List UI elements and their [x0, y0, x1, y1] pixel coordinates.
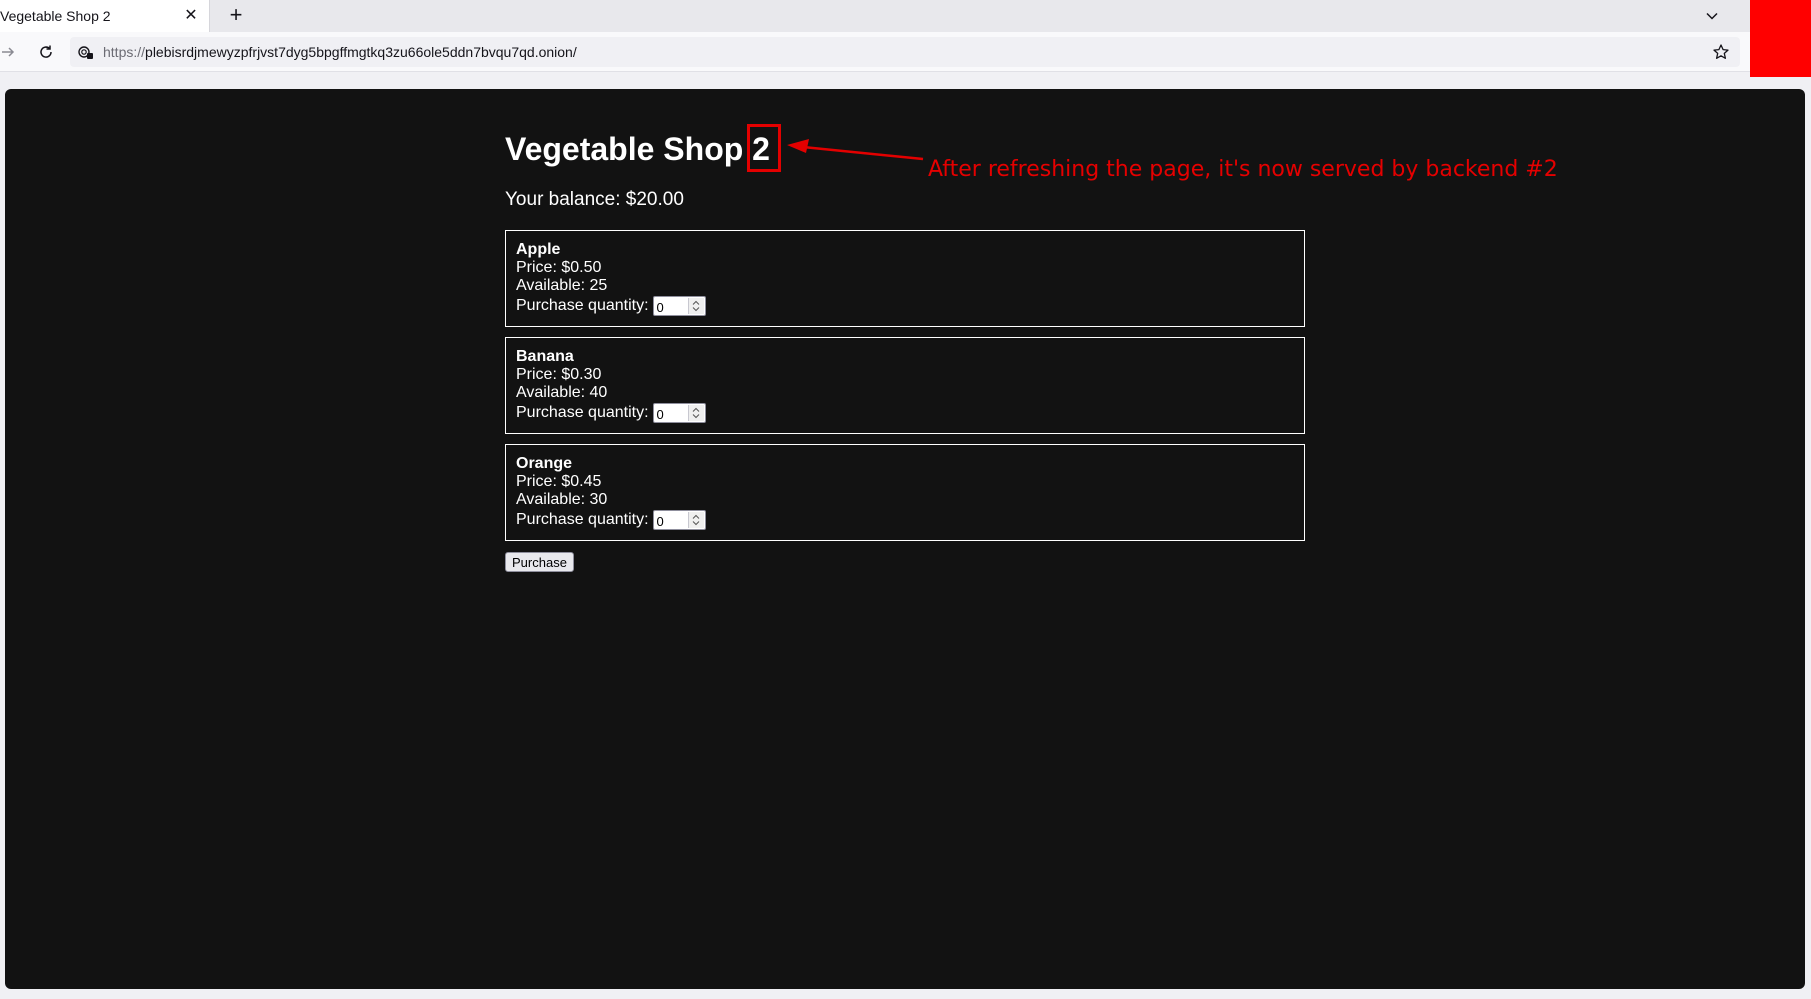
tab-vegetable-shop[interactable]: Vegetable Shop 2 ✕: [0, 0, 210, 32]
annotation-text: After refreshing the page, it's now serv…: [928, 157, 1558, 182]
tab-title: Vegetable Shop 2: [0, 8, 111, 24]
quantity-label: Purchase quantity:: [516, 297, 649, 314]
reload-icon[interactable]: [34, 40, 58, 64]
balance-text: Your balance: $20.00: [505, 189, 684, 210]
product-card-banana: Banana Price: $0.30 Available: 40 Purcha…: [505, 337, 1305, 434]
annotation-arrow-icon: [787, 139, 924, 161]
product-available: Available: 25: [516, 277, 608, 294]
spin-arrows-icon[interactable]: [687, 298, 704, 314]
page-viewport: Vegetable Shop 2 After refreshing the pa…: [5, 89, 1805, 989]
quantity-stepper-apple[interactable]: 0: [652, 296, 706, 316]
new-tab-button[interactable]: +: [224, 4, 248, 28]
product-price: Price: $0.45: [516, 473, 602, 490]
close-tab-icon[interactable]: ✕: [183, 8, 199, 24]
quantity-value: 0: [656, 514, 664, 529]
url-host: plebisrdjmewyzpfrjvst7dyg5bpgffmgtkq3zu6…: [145, 44, 577, 60]
product-available: Available: 30: [516, 491, 608, 508]
chevron-down-icon[interactable]: [1700, 4, 1724, 28]
quantity-stepper-banana[interactable]: 0: [652, 403, 706, 423]
product-card-orange: Orange Price: $0.45 Available: 30 Purcha…: [505, 444, 1305, 541]
highlight-box: [747, 124, 781, 172]
tab-strip: Vegetable Shop 2 ✕ +: [0, 0, 1811, 32]
quantity-row: Purchase quantity: 0: [516, 510, 1294, 530]
quantity-row: Purchase quantity: 0: [516, 403, 1294, 423]
onion-lock-icon[interactable]: [78, 44, 94, 60]
forward-arrow-icon[interactable]: [0, 40, 20, 64]
product-name: Orange: [516, 455, 573, 472]
product-available: Available: 40: [516, 384, 608, 401]
product-list: Apple Price: $0.50 Available: 25 Purchas…: [505, 230, 1305, 551]
product-price: Price: $0.30: [516, 366, 602, 383]
address-bar[interactable]: https://plebisrdjmewyzpfrjvst7dyg5bpgffm…: [70, 37, 1740, 67]
quantity-value: 0: [656, 407, 664, 422]
quantity-label: Purchase quantity:: [516, 511, 649, 528]
product-card-apple: Apple Price: $0.50 Available: 25 Purchas…: [505, 230, 1305, 327]
red-block: [1750, 0, 1811, 77]
purchase-button[interactable]: Purchase: [505, 552, 574, 572]
product-name: Banana: [516, 348, 574, 365]
page-title-text: Vegetable Shop: [505, 131, 744, 167]
product-name: Apple: [516, 241, 561, 258]
url-scheme: https://: [103, 44, 146, 60]
product-price: Price: $0.50: [516, 259, 602, 276]
page-title: Vegetable Shop 2: [505, 131, 770, 168]
spin-arrows-icon[interactable]: [687, 405, 704, 421]
quantity-label: Purchase quantity:: [516, 404, 649, 421]
quantity-stepper-orange[interactable]: 0: [652, 510, 706, 530]
spin-arrows-icon[interactable]: [687, 512, 704, 528]
bookmark-star-icon[interactable]: [1712, 43, 1730, 61]
quantity-value: 0: [656, 300, 664, 315]
url-text[interactable]: https://plebisrdjmewyzpfrjvst7dyg5bpgffm…: [103, 44, 577, 60]
quantity-row: Purchase quantity: 0: [516, 296, 1294, 316]
navigation-toolbar: https://plebisrdjmewyzpfrjvst7dyg5bpgffm…: [0, 32, 1750, 72]
